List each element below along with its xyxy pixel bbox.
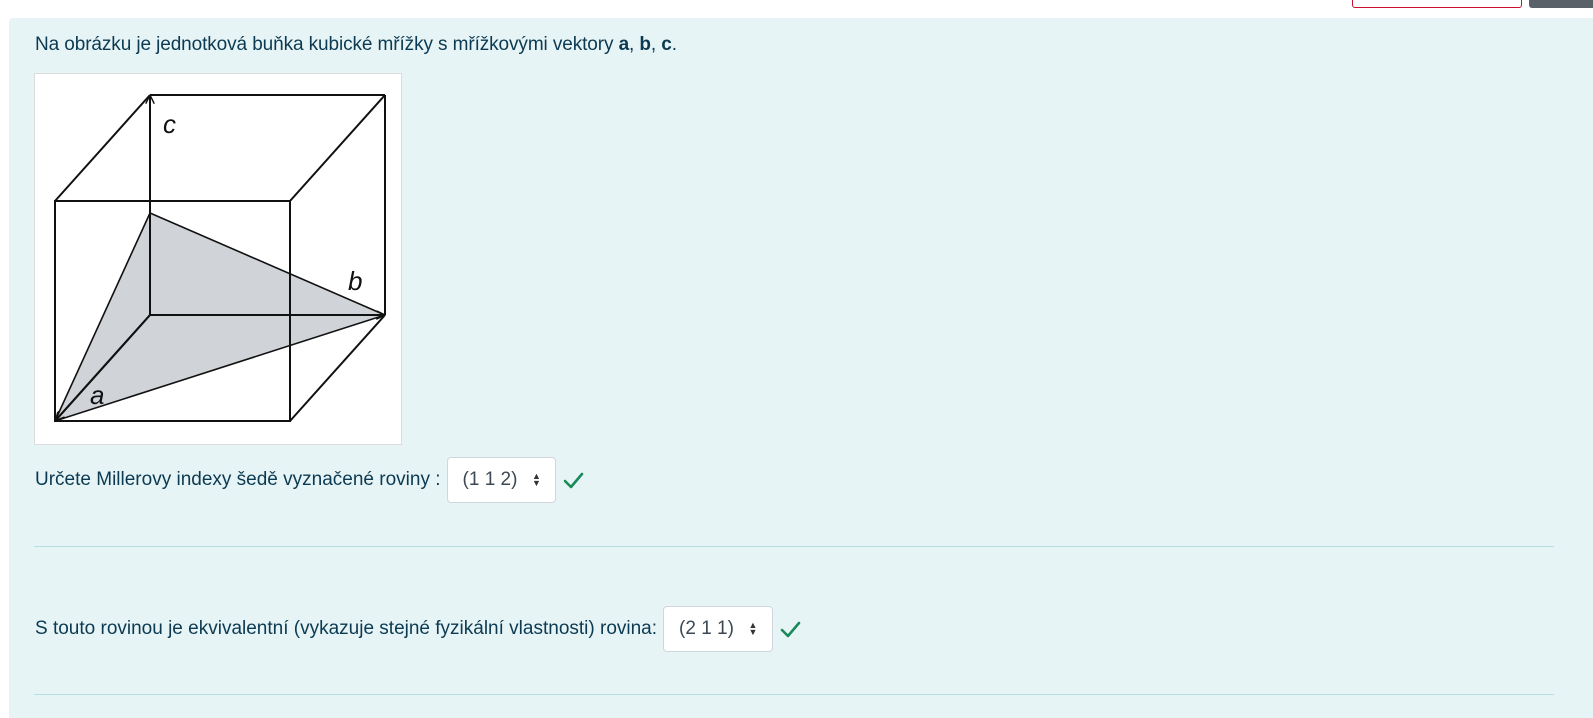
label-b: b — [348, 266, 362, 296]
sort-caret-icon: ▲ ▼ — [531, 471, 541, 488]
top-bar — [0, 0, 1593, 18]
part2-label: S touto rovinou je ekvivalentní (vykazuj… — [35, 618, 658, 639]
top-dark-button[interactable] — [1529, 0, 1593, 8]
sort-caret-icon: ▲ ▼ — [748, 620, 758, 637]
part2-select[interactable]: (2 1 1) ▲ ▼ — [663, 606, 773, 652]
unit-cell-diagram: c b a — [54, 94, 386, 422]
part2-selected-value: (2 1 1) — [679, 618, 734, 639]
top-outline-button[interactable] — [1352, 0, 1522, 8]
vector-c: c — [661, 34, 672, 55]
label-c: c — [163, 109, 176, 139]
label-a: a — [90, 380, 104, 410]
divider — [34, 546, 1554, 547]
vector-a: a — [618, 34, 630, 55]
vector-b: b — [639, 34, 651, 55]
check-icon — [780, 621, 801, 638]
question-panel: Na obrázku je jednotková buňka kubické m… — [9, 18, 1593, 718]
part1-label: Určete Millerovy indexy šedě vyznačené r… — [35, 469, 441, 490]
part1-row: Určete Millerovy indexy šedě vyznačené r… — [35, 455, 584, 505]
part1-selected-value: (1 1 2) — [462, 469, 518, 490]
part2-row: S touto rovinou je ekvivalentní (vykazuj… — [35, 604, 801, 654]
question-intro: Na obrázku je jednotková buňka kubické m… — [35, 34, 677, 55]
check-icon — [564, 472, 584, 489]
part1-select[interactable]: (1 1 2) ▲ ▼ — [446, 457, 557, 503]
divider — [34, 694, 1554, 695]
unit-cell-figure: c b a — [34, 73, 402, 445]
intro-text: Na obrázku je jednotková buňka kubické m… — [35, 34, 619, 55]
